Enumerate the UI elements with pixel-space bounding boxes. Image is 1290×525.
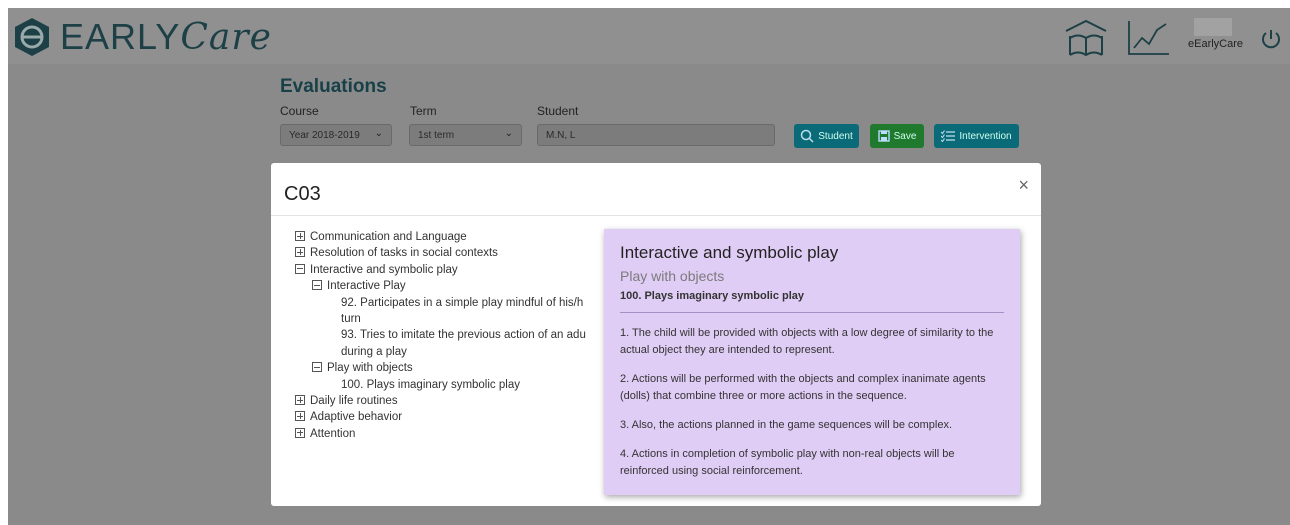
- expand-icon[interactable]: [295, 395, 305, 406]
- divider: [271, 215, 1041, 216]
- detail-card: Interactive and symbolic play Play with …: [604, 229, 1020, 495]
- expand-icon[interactable]: [295, 231, 305, 241]
- tree-node[interactable]: Communication and Language: [295, 229, 591, 245]
- collapse-icon[interactable]: [295, 263, 305, 274]
- modal-title: C03: [284, 183, 321, 205]
- intervention-button-label: Intervention: [959, 130, 1012, 142]
- course-value: Year 2018-2019: [289, 129, 360, 141]
- collapse-icon[interactable]: [312, 280, 322, 291]
- tree-node[interactable]: Interactive Play: [295, 278, 591, 294]
- close-icon[interactable]: ×: [1018, 175, 1029, 196]
- student-button-label: Student: [818, 130, 853, 142]
- expand-icon[interactable]: [295, 427, 305, 438]
- tree-node[interactable]: Interactive and symbolic play: [295, 262, 591, 278]
- tree-node[interactable]: Adaptive behavior: [295, 409, 591, 425]
- collapse-icon[interactable]: [312, 362, 322, 373]
- tree-node[interactable]: Resolution of tasks in social contexts: [295, 245, 591, 261]
- chevron-down-icon: ⌄: [374, 128, 383, 139]
- course-label: Course: [280, 104, 319, 118]
- expand-icon[interactable]: [295, 411, 305, 422]
- expand-icon[interactable]: [295, 247, 305, 258]
- term-value: 1st term: [418, 129, 455, 141]
- skills-tree: Communication and Language Resolution of…: [295, 229, 591, 442]
- app-logo[interactable]: EARLYCare: [12, 12, 272, 62]
- checklist-icon: [941, 130, 956, 142]
- logo-icon: [15, 18, 49, 56]
- avatar: [1194, 18, 1232, 36]
- student-label: Student: [537, 104, 579, 118]
- student-field[interactable]: M.N, L: [537, 124, 775, 146]
- tree-leaf-selected[interactable]: 100. Plays imaginary symbolic play: [295, 377, 591, 393]
- chevron-down-icon: ⌄: [504, 128, 513, 139]
- search-icon: [801, 129, 814, 143]
- user-name: eEarlyCare: [1188, 38, 1244, 50]
- home-book-icon[interactable]: [1063, 18, 1109, 58]
- item-detail-modal: C03 × Communication and Language Resolut…: [271, 163, 1041, 506]
- tree-leaf[interactable]: 92. Participates in a simple play mindfu…: [295, 295, 591, 311]
- card-paragraph: 3. Also, the actions planned in the game…: [620, 419, 953, 431]
- page-title: Evaluations: [280, 76, 387, 97]
- tree-leaf-continuation[interactable]: during a play: [295, 344, 591, 360]
- term-label: Term: [410, 104, 437, 118]
- user-menu[interactable]: eEarlyCare: [1188, 18, 1250, 50]
- card-paragraph: 1. The child will be provided with objec…: [620, 327, 994, 356]
- save-button[interactable]: Save: [870, 124, 924, 148]
- student-value: M.N, L: [546, 129, 576, 141]
- save-icon: [877, 130, 890, 142]
- tree-node[interactable]: Play with objects: [295, 360, 591, 376]
- tree-node[interactable]: Attention: [295, 426, 591, 442]
- card-subtitle: Play with objects: [620, 268, 725, 284]
- course-select[interactable]: Year 2018-2019 ⌄: [280, 124, 392, 146]
- chart-icon[interactable]: [1125, 18, 1171, 58]
- tree-leaf[interactable]: 93. Tries to imitate the previous action…: [295, 327, 591, 343]
- intervention-button[interactable]: Intervention: [934, 124, 1019, 148]
- tree-node[interactable]: Daily life routines: [295, 393, 591, 409]
- card-item-name: 100. Plays imaginary symbolic play: [620, 290, 1004, 313]
- student-button[interactable]: Student: [794, 124, 859, 148]
- logo-text: EARLYCare: [60, 16, 272, 58]
- app-header: EARLYCare eEarlyCare: [8, 8, 1290, 64]
- card-paragraph: 2. Actions will be performed with the ob…: [620, 373, 986, 402]
- term-select[interactable]: 1st term ⌄: [409, 124, 522, 146]
- save-button-label: Save: [893, 130, 917, 142]
- power-icon[interactable]: [1260, 28, 1282, 50]
- card-title: Interactive and symbolic play: [620, 243, 839, 262]
- tree-leaf-continuation[interactable]: turn: [295, 311, 591, 327]
- card-paragraph: 4. Actions in completion of symbolic pla…: [620, 448, 955, 477]
